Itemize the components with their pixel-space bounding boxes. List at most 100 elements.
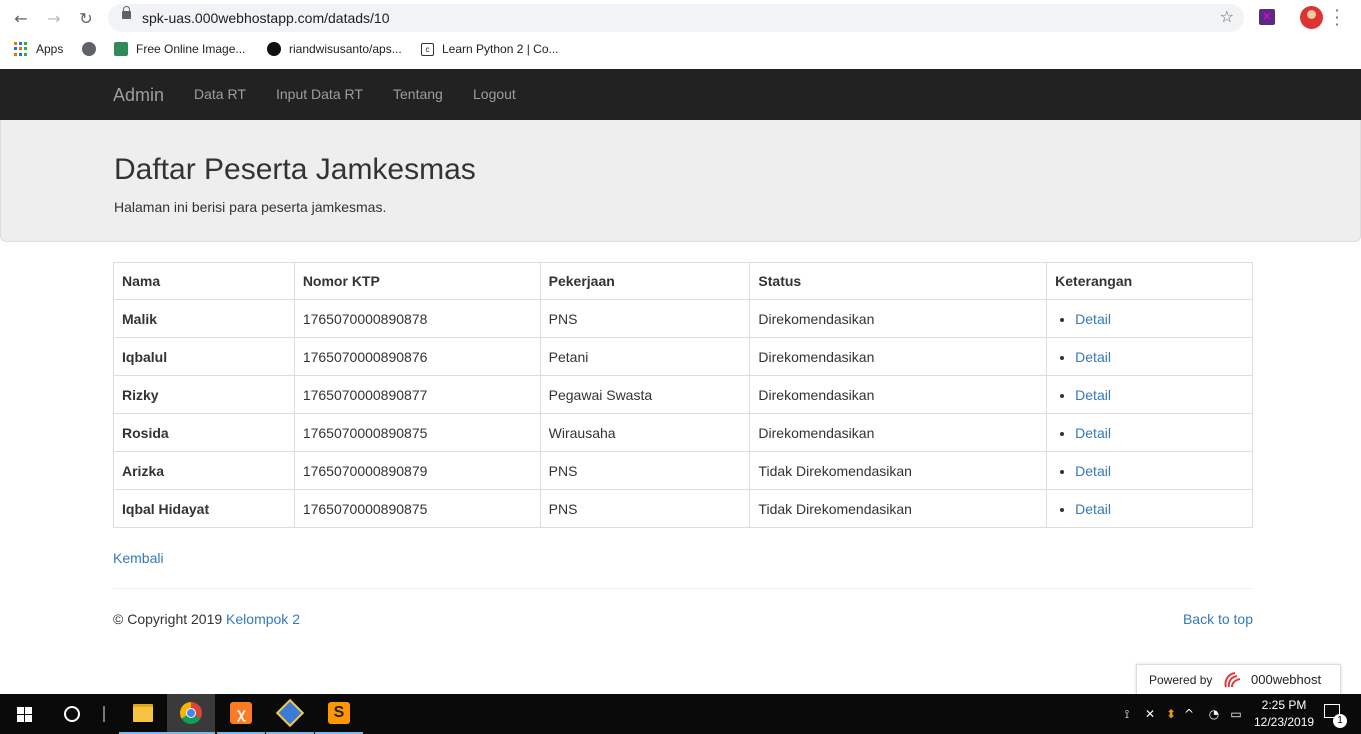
navbar: Admin Data RT Input Data RT Tentang Logo… (0, 69, 1361, 121)
forward-button[interactable]: → (44, 8, 64, 28)
address-bar[interactable]: spk-uas.000webhostapp.com/datads/10 ☆ (108, 4, 1244, 32)
cell-nama: Iqbalul (113, 337, 295, 376)
github-icon (267, 42, 281, 56)
cell-nama: Rosida (113, 413, 295, 452)
wifi-icon[interactable]: ◔ (1204, 694, 1224, 734)
detail-link[interactable]: Detail (1075, 463, 1111, 479)
navbar-brand[interactable]: Admin (113, 85, 164, 106)
detail-link[interactable]: Detail (1075, 311, 1111, 327)
cell-ktp: 1765070000890878 (293, 299, 541, 338)
codecademy-icon: c (421, 42, 434, 56)
bookmark-label: Apps (36, 42, 64, 56)
bookmark-star-icon[interactable]: ☆ (1220, 7, 1234, 26)
bookmark-apps[interactable]: Apps (14, 42, 63, 56)
copyright-text: © Copyright 2019 (113, 611, 227, 627)
network-tray-icon[interactable]: ⟟ (1116, 694, 1138, 734)
cell-nama: Malik (113, 299, 295, 338)
taskbar: ꭓ S ⟟ ✕ ⬍ ^ ◔ ▭ 2:25 PM 12/23/2019 1 (0, 694, 1361, 734)
detail-link[interactable]: Detail (1075, 387, 1111, 403)
team-link[interactable]: Kelompok 2 (226, 611, 300, 627)
cell-ktp: 1765070000890875 (293, 489, 541, 528)
system-clock[interactable]: 2:25 PM 12/23/2019 (1254, 697, 1314, 731)
reload-button[interactable]: ↻ (76, 8, 96, 28)
header-keterangan: Keterangan (1046, 262, 1253, 300)
header-pekerjaan: Pekerjaan (539, 262, 751, 300)
table-row: Rizky 1765070000890877 Pegawai Swasta Di… (113, 375, 1253, 414)
table-row: Arizka 1765070000890879 PNS Tidak Direko… (113, 451, 1253, 490)
bookmark-github[interactable]: riandwisusanto/aps... (267, 42, 402, 56)
powered-brand: 000webhost (1251, 672, 1322, 687)
bookmark-label: Free Online Image... (136, 42, 246, 56)
extension-icon[interactable]: ✕ (1259, 9, 1275, 25)
browser-chrome: ← → ↻ spk-uas.000webhostapp.com/datads/1… (0, 0, 1361, 69)
cell-status: Direkomendasikan (749, 337, 1048, 376)
cell-pekerjaan: PNS (539, 489, 751, 528)
bookmark-label: riandwisusanto/aps... (289, 42, 402, 56)
taskbar-chrome[interactable] (167, 694, 215, 734)
lock-icon (122, 6, 131, 19)
table-row: Iqbal Hidayat 1765070000890875 PNS Tidak… (113, 489, 1253, 528)
battery-icon[interactable]: ▭ (1226, 694, 1246, 734)
profile-avatar[interactable] (1300, 6, 1323, 29)
footer-divider (113, 588, 1253, 589)
update-tray-icon[interactable]: ⬍ (1162, 694, 1180, 734)
tool-tray-icon[interactable]: ✕ (1140, 694, 1160, 734)
search-button[interactable] (48, 694, 96, 734)
nav-link-tentang[interactable]: Tentang (393, 86, 443, 102)
start-button[interactable] (0, 694, 48, 734)
url-text[interactable]: spk-uas.000webhostapp.com/datads/10 (142, 10, 390, 26)
taskbar-separator (103, 706, 105, 722)
back-button[interactable]: ← (11, 8, 31, 28)
bookmark-globe[interactable] (82, 42, 96, 56)
participants-table: Nama Nomor KTP Pekerjaan Status Keterang… (113, 262, 1253, 528)
detail-link[interactable]: Detail (1075, 349, 1111, 365)
cell-status: Direkomendasikan (749, 413, 1048, 452)
copyright: © Copyright 2019 Kelompok 2 (113, 611, 300, 627)
page-subtitle: Halaman ini berisi para peserta jamkesma… (114, 199, 387, 215)
cell-status: Direkomendasikan (749, 299, 1048, 338)
taskbar-file-explorer[interactable] (119, 694, 167, 734)
chrome-icon (180, 702, 202, 724)
chrome-menu-icon[interactable]: · · · (1334, 3, 1340, 33)
cell-keterangan: Detail (1046, 451, 1253, 490)
windows-icon (16, 706, 32, 722)
bookmark-label: Learn Python 2 | Co... (442, 42, 559, 56)
cell-nama: Rizky (113, 375, 295, 414)
nav-link-logout[interactable]: Logout (473, 86, 516, 102)
detail-link[interactable]: Detail (1075, 501, 1111, 517)
table-row: Iqbalul 1765070000890876 Petani Direkome… (113, 337, 1253, 376)
header-nomor-ktp: Nomor KTP (293, 262, 541, 300)
back-to-top-link[interactable]: Back to top (1183, 611, 1253, 627)
taskbar-xampp[interactable]: ꭓ (217, 694, 265, 734)
bookmark-learn-python[interactable]: c Learn Python 2 | Co... (421, 42, 559, 56)
show-hidden-icons[interactable]: ^ (1180, 694, 1198, 734)
back-link[interactable]: Kembali (113, 550, 164, 566)
cell-nama: Arizka (113, 451, 295, 490)
image-icon (114, 42, 128, 56)
header-nama: Nama (113, 262, 295, 300)
cell-keterangan: Detail (1046, 375, 1253, 414)
detail-link[interactable]: Detail (1075, 425, 1111, 441)
taskbar-git[interactable] (266, 694, 314, 734)
clock-time: 2:25 PM (1261, 698, 1307, 712)
forward-icon: → (47, 8, 61, 28)
table-row: Rosida 1765070000890875 Wirausaha Direko… (113, 413, 1253, 452)
powered-by-badge[interactable]: Powered by 000webhost (1136, 664, 1341, 695)
cell-pekerjaan: Petani (539, 337, 751, 376)
webhost-logo-icon (1224, 672, 1241, 688)
sublime-text-icon: S (328, 702, 350, 724)
bookmark-free-online-image[interactable]: Free Online Image... (114, 42, 245, 56)
nav-link-data-rt[interactable]: Data RT (194, 86, 246, 102)
cell-keterangan: Detail (1046, 337, 1253, 376)
page-title: Daftar Peserta Jamkesmas (114, 153, 476, 186)
table-row: Malik 1765070000890878 PNS Direkomendasi… (113, 299, 1253, 338)
nav-link-input-data-rt[interactable]: Input Data RT (276, 86, 363, 102)
cell-keterangan: Detail (1046, 489, 1253, 528)
apps-grid-icon (14, 42, 28, 56)
cell-pekerjaan: PNS (539, 299, 751, 338)
cell-ktp: 1765070000890876 (293, 337, 541, 376)
taskbar-sublime[interactable]: S (315, 694, 363, 734)
cell-pekerjaan: PNS (539, 451, 751, 490)
cell-ktp: 1765070000890877 (293, 375, 541, 414)
xampp-icon: ꭓ (230, 702, 252, 724)
